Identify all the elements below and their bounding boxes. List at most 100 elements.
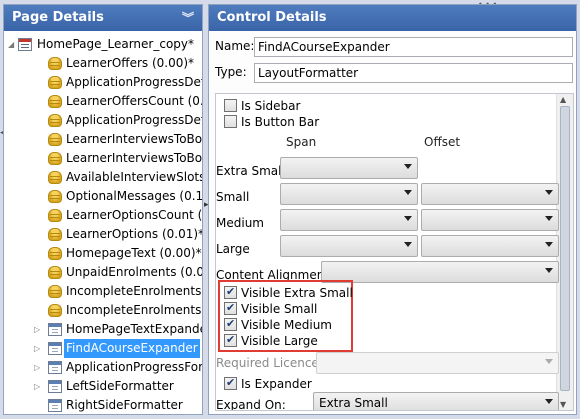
tree-item[interactable]: ApplicationProgressDetails: [4, 73, 202, 92]
tree-item[interactable]: ▷ LeftSideFormatter: [4, 377, 202, 396]
span-small-select[interactable]: [280, 183, 418, 205]
tree-item-label: FindACourseExpander: [64, 339, 200, 358]
name-label: Name:: [215, 39, 255, 53]
expand-arrow-icon[interactable]: ▷: [34, 358, 44, 377]
control-details-title: Control Details: [217, 10, 327, 25]
checkbox-icon[interactable]: [224, 284, 237, 300]
scroll-thumb[interactable]: [560, 106, 570, 391]
is-button-bar-checkbox[interactable]: Is Button Bar: [224, 114, 319, 130]
checkbox-icon[interactable]: [224, 99, 237, 112]
tree-item-label: OptionalMessages (0.15)*: [66, 189, 203, 203]
span-medium-select[interactable]: [280, 209, 418, 231]
offset-medium-select[interactable]: [421, 209, 559, 231]
tree-item-label: HomePage_Learner_copy*: [37, 37, 195, 51]
tree-item-label: LearnerOffersCount (0.00)*: [66, 94, 203, 108]
tree-item[interactable]: LearnerInterviewsToBookC: [4, 149, 202, 168]
tree-item[interactable]: ▷ FindACourseExpander: [4, 339, 202, 358]
tree-item-label: LearnerInterviewsToBook (: [66, 132, 203, 146]
tree-item-label: AvailableInterviewSlots (0.0: [66, 170, 203, 184]
offset-large-select[interactable]: [421, 235, 559, 257]
tree-item[interactable]: ▷ HomePageTextExpander: [4, 320, 202, 339]
grid-icon: [48, 380, 62, 393]
page-icon: [18, 38, 32, 51]
visible-small-checkbox[interactable]: Visible Small: [224, 300, 317, 317]
splitter-handle-icon[interactable]: ▸: [204, 200, 209, 218]
tree-item-label: HomePageTextExpander: [66, 322, 203, 336]
required-licence-label: Required Licence:: [216, 356, 323, 370]
is-expander-checkbox[interactable]: Is Expander: [224, 375, 312, 392]
tree-item[interactable]: ◢ HomePage_Learner_copy*: [4, 35, 202, 54]
name-field[interactable]: FindACourseExpander: [254, 37, 573, 57]
visible-extra-small-label: Visible Extra Small: [241, 286, 353, 300]
tree-item[interactable]: RightSideFormatter: [4, 396, 202, 414]
span-large-select[interactable]: [280, 235, 418, 257]
tree-item[interactable]: HomepageText (0.00)*: [4, 244, 202, 263]
tree-item-label: IncompleteEnrolments (0.0: [66, 284, 202, 298]
chevron-down-icon: [545, 359, 553, 364]
tree-item-label: IncompleteEnrolmentsCou: [66, 303, 202, 317]
collapse-arrow-icon[interactable]: ◢: [8, 35, 18, 54]
tree-item[interactable]: OptionalMessages (0.15)*: [4, 187, 202, 206]
tree-item[interactable]: IncompleteEnrolments (0.0: [4, 282, 202, 301]
tree-item-label: ApplicationProgressForma: [66, 360, 203, 374]
checkbox-icon[interactable]: [224, 316, 237, 332]
tree-item[interactable]: LearnerOffers (0.00)*: [4, 54, 202, 73]
tree-item-label: UnpaidEnrolments (0.00)*: [66, 265, 202, 279]
chevron-down-icon: [404, 164, 412, 169]
tree-item[interactable]: LearnerOptions (0.01)*: [4, 225, 202, 244]
grid-icon: [48, 342, 62, 355]
database-icon: [48, 190, 62, 203]
chevron-down-icon: [404, 190, 412, 195]
database-icon: [48, 266, 62, 279]
page-details-title: Page Details: [12, 10, 104, 25]
database-icon: [48, 209, 62, 222]
tree-item-label: LeftSideFormatter: [66, 379, 174, 393]
expand-on-select[interactable]: Extra Small: [313, 392, 559, 410]
database-icon: [48, 114, 62, 127]
database-icon: [48, 228, 62, 241]
database-icon: [48, 285, 62, 298]
tree-item[interactable]: LearnerInterviewsToBook (: [4, 130, 202, 149]
tree-item[interactable]: LearnerOffersCount (0.00)*: [4, 92, 202, 111]
tree-item[interactable]: AvailableInterviewSlots (0.0: [4, 168, 202, 187]
type-row: Type: LayoutFormatter: [215, 63, 573, 83]
is-sidebar-checkbox[interactable]: Is Sidebar: [224, 98, 300, 114]
scroll-down-icon[interactable]: ▼: [560, 400, 566, 409]
tree-item[interactable]: UnpaidEnrolments (0.00)*: [4, 263, 202, 282]
page-tree: ◢ HomePage_Learner_copy* LearnerOffers (0.…: [4, 31, 202, 414]
checkbox-icon[interactable]: [224, 332, 237, 348]
tree-item[interactable]: LearnerOptionsCount (0.0: [4, 206, 202, 225]
page-details-header: Page Details ︾: [4, 5, 202, 31]
size-label-extra-small: Extra Small: [216, 164, 285, 178]
scroll-up-icon[interactable]: ▲: [560, 95, 566, 104]
name-row: Name: FindACourseExpander: [215, 37, 573, 57]
expand-arrow-icon[interactable]: ▷: [34, 339, 44, 358]
tree-item[interactable]: IncompleteEnrolmentsCou: [4, 301, 202, 320]
expand-arrow-icon[interactable]: ▷: [34, 320, 44, 339]
type-label: Type:: [215, 65, 247, 79]
size-label-medium: Medium: [216, 216, 264, 230]
visible-medium-checkbox[interactable]: Visible Medium: [224, 316, 332, 333]
expand-on-label: Expand On:: [216, 398, 286, 411]
checkbox-icon[interactable]: [224, 375, 237, 391]
collapse-chevron-icon[interactable]: ︾: [182, 5, 194, 31]
database-icon: [48, 76, 62, 89]
visible-extra-small-checkbox[interactable]: Visible Extra Small: [224, 284, 353, 301]
tree-item[interactable]: ApplicationProgressDetails: [4, 111, 202, 130]
visible-large-checkbox[interactable]: Visible Large: [224, 332, 318, 349]
type-field[interactable]: LayoutFormatter: [254, 63, 573, 83]
required-licence-select[interactable]: [316, 352, 559, 374]
size-label-small: Small: [216, 190, 250, 204]
chevron-down-icon: [404, 216, 412, 221]
offset-small-select[interactable]: [421, 183, 559, 205]
tree-item-label: LearnerOffers (0.00)*: [66, 56, 195, 70]
tree-item[interactable]: ▷ ApplicationProgressForma: [4, 358, 202, 377]
tree-item-label: LearnerInterviewsToBookC: [66, 151, 203, 165]
database-icon: [48, 95, 62, 108]
span-extra-small-select[interactable]: [280, 157, 418, 179]
checkbox-icon[interactable]: [224, 300, 237, 316]
checkbox-icon[interactable]: [224, 115, 237, 128]
content-alignment-select[interactable]: [321, 261, 559, 283]
expand-arrow-icon[interactable]: ▷: [34, 377, 44, 396]
is-sidebar-label: Is Sidebar: [241, 99, 301, 113]
